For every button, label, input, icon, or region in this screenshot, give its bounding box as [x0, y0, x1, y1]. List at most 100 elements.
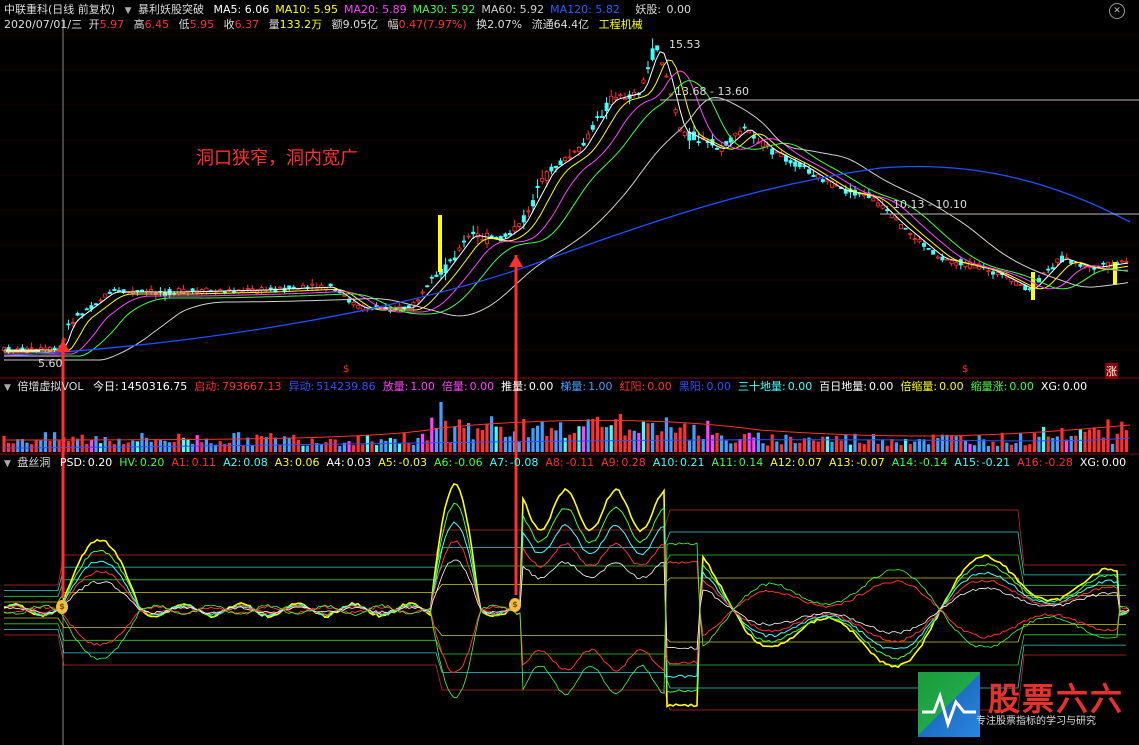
high-label: 高 [133, 18, 145, 31]
quote-bar: 2020/07/01/三 开5.97 高6.45 低5.95 收6.37 量13… [4, 17, 649, 33]
candle-body [531, 200, 536, 207]
volume-bar [536, 425, 540, 452]
rise-tag: 涨 [1105, 363, 1118, 379]
vol-item-label: 放量: [382, 380, 409, 393]
vol-item-label: 梯量: [560, 380, 587, 393]
volume-bar [34, 439, 38, 452]
volume-bar [793, 443, 797, 452]
watermark-logo: 股票六六 专注股票指标的学习与研究 [918, 672, 1139, 745]
volume-bar [660, 431, 664, 452]
vol-item-value: 0.00 [787, 380, 813, 393]
logo-mark-icon [918, 672, 980, 737]
volume-bar [388, 437, 392, 452]
volume-bar [577, 426, 581, 452]
psd-panel-title[interactable]: 盘丝洞 [17, 456, 50, 469]
volume-bar [416, 437, 420, 452]
volume-bar [931, 434, 935, 452]
candle-body [356, 305, 361, 309]
candle-body [903, 227, 908, 230]
volume-bar [890, 439, 894, 452]
volume-bar [1009, 444, 1013, 452]
volume-bar [848, 444, 852, 452]
volume-bar [761, 443, 765, 452]
candle-body [747, 130, 752, 134]
ma-value: MA120: 5.82 [550, 3, 620, 16]
signal-mark: $ [962, 364, 969, 375]
vol-panel-title[interactable]: 倍增虚拟VOL [17, 380, 83, 393]
volume-bar [503, 436, 507, 452]
volume-bar [853, 433, 857, 452]
psd-item-value: -0.28 [1044, 456, 1073, 469]
candle-body [521, 215, 526, 223]
psd-dropdown-icon[interactable]: ▼ [4, 459, 11, 469]
candle-body [807, 169, 812, 174]
formula-name[interactable]: 暴利妖股突破 [138, 3, 204, 16]
sector-label[interactable]: 工程机械 [599, 18, 643, 31]
volume-bar [434, 427, 438, 452]
volume-bar [402, 432, 406, 452]
psd-item-value: 0.11 [191, 456, 217, 469]
candle-body [176, 288, 181, 295]
vol-dropdown-icon[interactable]: ▼ [4, 383, 11, 393]
stock-title[interactable]: 中联重科(日线 前复权) [4, 3, 115, 16]
volume-bar [1060, 428, 1064, 452]
candle-body [899, 224, 904, 230]
volume-bar [407, 443, 411, 452]
vol-item-label: 倍量: [441, 380, 468, 393]
candle-body [581, 142, 586, 146]
candle-body [517, 223, 522, 227]
volume-bar [545, 435, 549, 452]
volume-bar [881, 439, 885, 452]
vol-item-label: 黑阳: [678, 380, 705, 393]
candle-body [733, 132, 738, 137]
volume-bar [664, 417, 668, 452]
psd-item-label: A13: [829, 456, 855, 469]
vol-label: 量 [268, 18, 280, 31]
close-icon[interactable]: ✕ [1109, 3, 1125, 19]
volume-bar [57, 440, 61, 452]
volume-bar [798, 443, 802, 452]
header-bar: 中联重科(日线 前复权) ▼ 暴利妖股突破 MA5: 6.06 MA10: 5.9… [4, 2, 697, 18]
float-label: 流通 [531, 18, 554, 31]
volume-bar [292, 434, 296, 452]
psd-item-value: 0.07 [797, 456, 823, 469]
candle-body [871, 197, 876, 202]
candle-body [590, 125, 595, 130]
candle-body [48, 347, 53, 352]
formula-dropdown-icon[interactable]: ▼ [125, 6, 132, 16]
candle-body [448, 259, 453, 262]
ma-value: MA60: 5.92 [481, 3, 545, 16]
candle-body [457, 247, 462, 251]
volume-bar [393, 438, 397, 452]
candle-body [880, 205, 885, 209]
candle-body [1101, 262, 1106, 265]
volume-bar [301, 445, 305, 452]
volume-bar [559, 422, 563, 452]
volume-bar [991, 441, 995, 452]
support-level-label: 10.13 - 10.10 [893, 198, 967, 211]
volume-bar [651, 423, 655, 452]
volume-bar [457, 419, 461, 452]
resistance-level-label: 13.68 - 13.60 [675, 85, 749, 98]
candle-body [664, 75, 669, 78]
volume-bar [655, 435, 659, 452]
candle-body [117, 290, 122, 292]
psd-item-label: A3: [274, 456, 294, 469]
candle-body [342, 294, 347, 297]
psd-panel-header: ▼ 盘丝洞 PSD: 0.20 HV: 0.20 A1: 0.11 A2: 0.08 A3: 0.… [4, 455, 1139, 471]
candle-body [788, 160, 793, 164]
volume-bar [825, 436, 829, 452]
candle-body [1046, 268, 1051, 271]
candle-body [820, 179, 825, 183]
vol-item-value: 514239.86 [316, 380, 376, 393]
volume-bar [586, 419, 590, 452]
candle-body [917, 239, 922, 243]
volume-bar [812, 440, 816, 452]
psd-item-label: A2: [223, 456, 242, 469]
volume-bar [200, 442, 204, 452]
psd-item-label: A15: [954, 456, 980, 469]
volume-bar [1124, 430, 1128, 452]
candle-body [98, 299, 103, 302]
candle-body [572, 150, 577, 153]
candle-body [613, 96, 618, 100]
